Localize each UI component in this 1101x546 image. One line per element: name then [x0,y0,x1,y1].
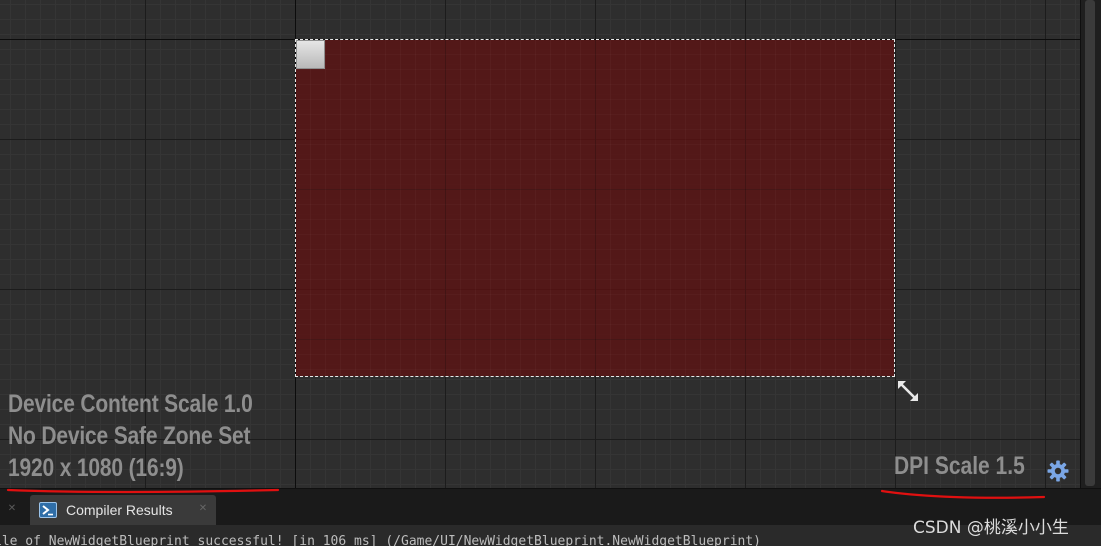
designer-canvas[interactable]: Device Content Scale 1.0 No Device Safe … [0,0,1080,488]
vertical-scrollbar[interactable] [1080,0,1101,488]
safe-zone-label: No Device Safe Zone Set [8,422,251,450]
log-line: ile of NewWidgetBlueprint successful! [i… [0,534,762,546]
resolution-label: 1920 x 1080 (16:9) [8,454,184,482]
grip-icon[interactable]: ✕ [6,503,18,515]
device-content-scale-label: Device Content Scale 1.0 [8,390,253,418]
gear-icon[interactable] [1046,459,1070,483]
dpi-scale-label: DPI Scale 1.5 [894,452,1025,480]
watermark: CSDN @桃溪小小生 [913,518,1069,538]
tab-label: Compiler Results [66,502,173,518]
scrollbar-thumb[interactable] [1085,0,1095,486]
diagonal-resize-icon[interactable] [896,379,920,403]
close-icon[interactable]: ✕ [197,503,209,515]
tab-compiler-results[interactable]: Compiler Results ✕ [30,495,216,525]
compiler-results-icon [39,502,57,518]
widget-root-canvas[interactable] [295,39,895,377]
anchor-handle-icon[interactable] [296,40,325,69]
